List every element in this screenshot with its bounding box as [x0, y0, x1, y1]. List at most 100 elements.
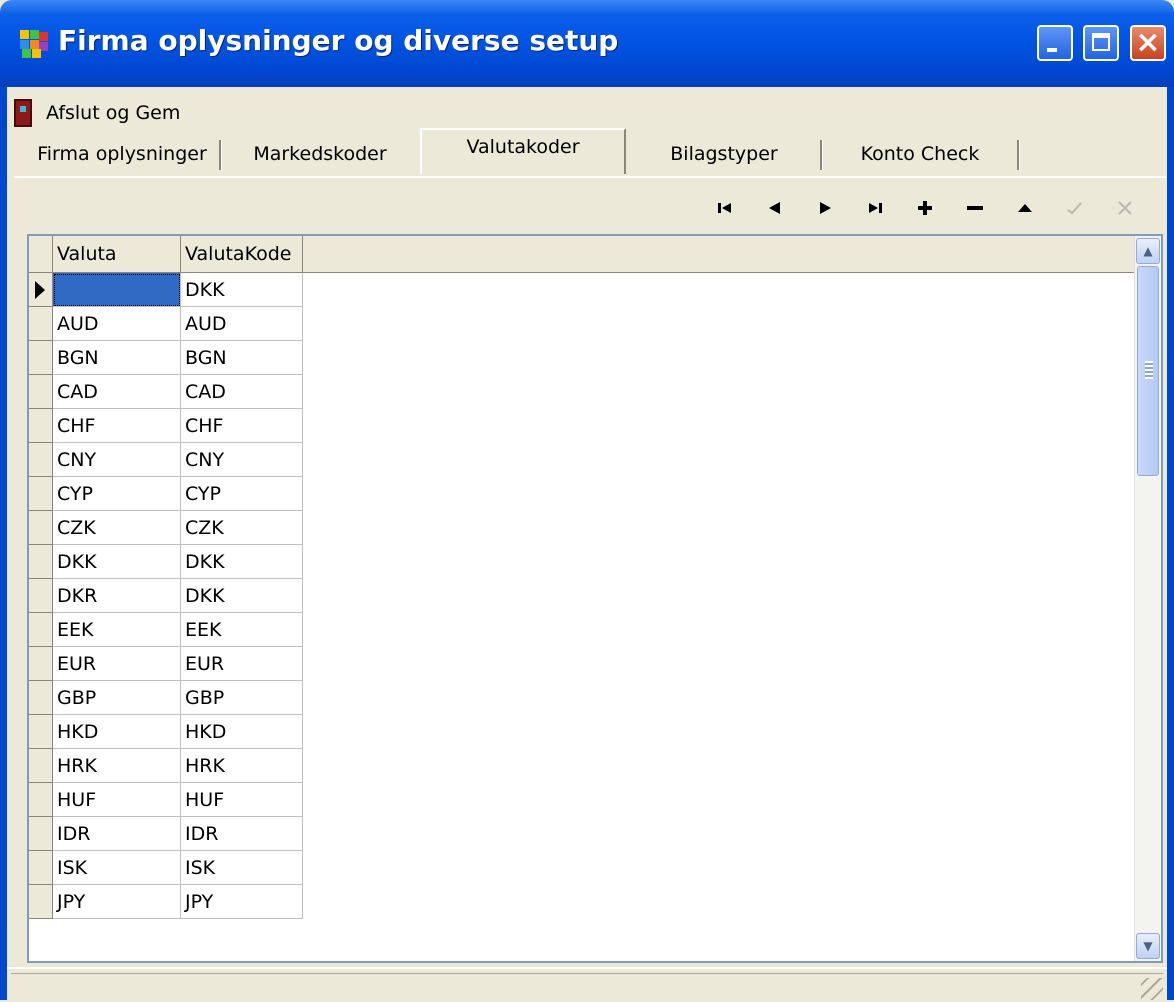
- tab-label: Markedskoder: [253, 143, 387, 165]
- cell-valutakode[interactable]: ISK: [181, 851, 303, 885]
- cell-valutakode[interactable]: CHF: [181, 409, 303, 443]
- cell-valuta[interactable]: JPY: [53, 885, 181, 919]
- insert-record-icon: [918, 201, 932, 215]
- row-indicator[interactable]: [29, 579, 53, 613]
- cell-valuta[interactable]: DKK: [53, 545, 181, 579]
- row-indicator[interactable]: [29, 511, 53, 545]
- maximize-button[interactable]: [1083, 25, 1119, 61]
- current-row-arrow-icon: [35, 281, 45, 299]
- cell-valuta[interactable]: BGN: [53, 341, 181, 375]
- scroll-up-button[interactable]: ▲: [1136, 238, 1160, 264]
- grip-icon: [1145, 361, 1153, 379]
- cell-valuta[interactable]: GBP: [53, 681, 181, 715]
- tab-page-border: [14, 176, 1166, 178]
- cell-valutakode[interactable]: DKK: [181, 273, 303, 307]
- cell-valutakode[interactable]: CYP: [181, 477, 303, 511]
- cell-valutakode[interactable]: HRK: [181, 749, 303, 783]
- cell-valutakode[interactable]: HKD: [181, 715, 303, 749]
- delete-record-button[interactable]: [950, 192, 1000, 224]
- row-indicator[interactable]: [29, 375, 53, 409]
- cell-valuta[interactable]: CAD: [53, 375, 181, 409]
- row-indicator[interactable]: [29, 817, 53, 851]
- scroll-down-button[interactable]: ▼: [1136, 933, 1160, 959]
- tab-konto-check[interactable]: Konto Check: [824, 134, 1016, 174]
- cell-valutakode[interactable]: CZK: [181, 511, 303, 545]
- next-record-button[interactable]: [800, 192, 850, 224]
- edit-record-button[interactable]: [1000, 192, 1050, 224]
- cell-valutakode[interactable]: IDR: [181, 817, 303, 851]
- vertical-scrollbar[interactable]: ▲ ▼: [1134, 236, 1161, 961]
- cell-valutakode[interactable]: BGN: [181, 341, 303, 375]
- close-icon: ×: [1135, 25, 1161, 60]
- window-title: Firma oplysninger og diverse setup: [58, 24, 619, 57]
- window-frame-right: [1167, 87, 1174, 1000]
- cell-valuta[interactable]: CNY: [53, 443, 181, 477]
- tab-label: Valutakoder: [466, 136, 580, 158]
- scroll-thumb[interactable]: [1137, 266, 1159, 476]
- post-record-button[interactable]: [1050, 192, 1100, 224]
- row-indicator[interactable]: [29, 443, 53, 477]
- cell-valutakode[interactable]: CNY: [181, 443, 303, 477]
- cell-valuta[interactable]: CYP: [53, 477, 181, 511]
- cell-valuta[interactable]: EEK: [53, 613, 181, 647]
- row-indicator[interactable]: [29, 749, 53, 783]
- row-indicator[interactable]: [29, 409, 53, 443]
- cell-valuta[interactable]: HUF: [53, 783, 181, 817]
- currency-grid[interactable]: Valuta ValutaKode DKK AUD AUD BGN BGN CAD CAD C…: [27, 234, 1163, 963]
- chevron-up-icon: ▲: [1143, 244, 1153, 258]
- column-header-valuta[interactable]: Valuta: [53, 236, 181, 272]
- row-indicator[interactable]: [29, 851, 53, 885]
- cell-valutakode[interactable]: CAD: [181, 375, 303, 409]
- column-header-valutakode[interactable]: ValutaKode: [181, 236, 303, 272]
- cell-valuta[interactable]: CZK: [53, 511, 181, 545]
- prior-record-button[interactable]: [750, 192, 800, 224]
- cell-valutakode[interactable]: GBP: [181, 681, 303, 715]
- cell-valuta[interactable]: CHF: [53, 409, 181, 443]
- exit-save-button[interactable]: Afslut og Gem: [14, 96, 180, 130]
- row-indicator[interactable]: [29, 545, 53, 579]
- row-indicator[interactable]: [29, 783, 53, 817]
- cell-valutakode[interactable]: DKK: [181, 579, 303, 613]
- close-button[interactable]: ×: [1130, 25, 1166, 61]
- row-indicator[interactable]: [29, 307, 53, 341]
- row-indicator[interactable]: [29, 341, 53, 375]
- tab-valutakoder[interactable]: Valutakoder: [420, 128, 626, 174]
- cell-valutakode[interactable]: EEK: [181, 613, 303, 647]
- cell-valuta[interactable]: AUD: [53, 307, 181, 341]
- cell-valuta[interactable]: IDR: [53, 817, 181, 851]
- cell-valutakode[interactable]: EUR: [181, 647, 303, 681]
- minimize-button[interactable]: [1037, 25, 1073, 61]
- tab-separator: [219, 140, 222, 170]
- cell-valutakode[interactable]: DKK: [181, 545, 303, 579]
- tab-strip: Firma oplysninger Markedskoder Valutakod…: [14, 128, 1166, 174]
- title-bar[interactable]: Firma oplysninger og diverse setup ×: [0, 0, 1174, 87]
- tab-firma-oplysninger[interactable]: Firma oplysninger: [24, 134, 220, 174]
- cell-valuta[interactable]: [53, 273, 181, 307]
- cell-valutakode[interactable]: AUD: [181, 307, 303, 341]
- cancel-record-button[interactable]: [1100, 192, 1150, 224]
- last-record-button[interactable]: [850, 192, 900, 224]
- row-indicator[interactable]: [29, 681, 53, 715]
- cell-valuta[interactable]: DKR: [53, 579, 181, 613]
- cell-valuta[interactable]: ISK: [53, 851, 181, 885]
- post-record-icon: [1067, 202, 1082, 215]
- tab-label: Konto Check: [860, 143, 980, 165]
- cell-valuta[interactable]: HRK: [53, 749, 181, 783]
- edit-record-icon: [1018, 204, 1032, 212]
- row-indicator[interactable]: [29, 613, 53, 647]
- row-indicator[interactable]: [29, 715, 53, 749]
- row-indicator[interactable]: [29, 885, 53, 919]
- row-indicator[interactable]: [29, 647, 53, 681]
- row-indicator[interactable]: [29, 477, 53, 511]
- cell-valuta[interactable]: EUR: [53, 647, 181, 681]
- first-record-button[interactable]: [700, 192, 750, 224]
- resize-grip-icon[interactable]: [1141, 978, 1163, 1000]
- tab-bilagstyper[interactable]: Bilagstyper: [628, 134, 820, 174]
- row-indicator[interactable]: [29, 273, 53, 307]
- insert-record-button[interactable]: [900, 192, 950, 224]
- tab-markedskoder[interactable]: Markedskoder: [224, 134, 416, 174]
- cell-valutakode[interactable]: HUF: [181, 783, 303, 817]
- cell-valuta[interactable]: HKD: [53, 715, 181, 749]
- cell-valutakode[interactable]: JPY: [181, 885, 303, 919]
- next-record-icon: [820, 202, 831, 214]
